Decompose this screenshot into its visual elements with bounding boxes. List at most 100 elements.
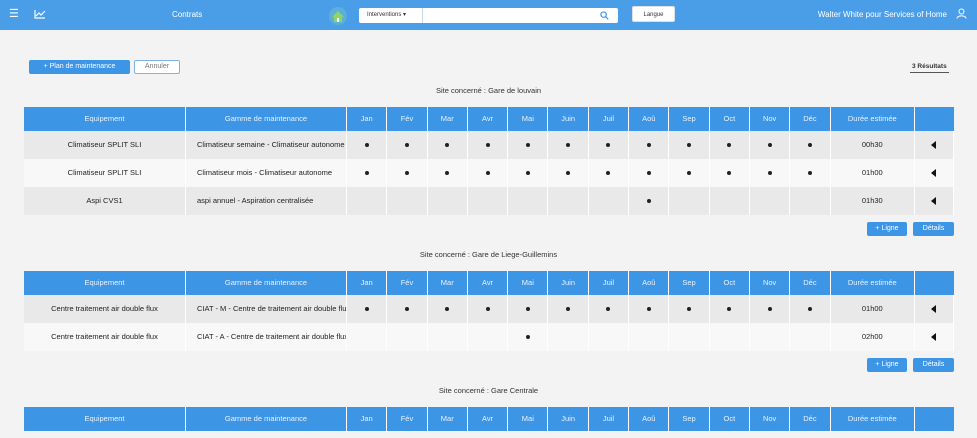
table-row[interactable]: Centre traitement air double flux CIAT - … (24, 323, 954, 351)
search-input[interactable] (423, 8, 618, 23)
home-logo-icon[interactable] (328, 6, 348, 26)
cell-month[interactable] (710, 187, 750, 215)
cell-month[interactable] (468, 323, 509, 351)
cell-month[interactable] (629, 187, 670, 215)
header-month[interactable]: Nov (750, 407, 791, 431)
cell-month[interactable] (387, 159, 428, 187)
table-row[interactable]: Climatiseur SPLIT SLI Climatiseur mois - … (24, 159, 954, 187)
header-month[interactable]: Oct (710, 271, 750, 295)
cell-month[interactable] (508, 323, 549, 351)
cell-month[interactable] (347, 295, 388, 323)
add-maintenance-plan-button[interactable]: + Plan de maintenance (29, 60, 130, 74)
cell-month[interactable] (508, 295, 549, 323)
cell-month[interactable] (428, 159, 468, 187)
header-month[interactable]: Juin (549, 407, 589, 431)
cell-month[interactable] (347, 323, 388, 351)
add-line-button[interactable]: + Ligne (867, 222, 907, 236)
header-duree[interactable]: Durée estimée (831, 271, 915, 295)
header-month[interactable]: Juin (549, 271, 589, 295)
cell-month[interactable] (508, 131, 549, 159)
table-row[interactable]: Climatiseur SPLIT SLI Climatiseur semaine… (24, 131, 954, 159)
cell-month[interactable] (750, 131, 791, 159)
cell-month[interactable] (387, 131, 428, 159)
cell-month[interactable] (710, 159, 750, 187)
header-month[interactable]: Déc (790, 407, 831, 431)
header-month[interactable]: Mai (508, 407, 549, 431)
header-month[interactable]: Sep (669, 407, 710, 431)
cell-month[interactable] (790, 159, 831, 187)
cell-month[interactable] (750, 295, 791, 323)
app-title[interactable]: Contrats (172, 10, 202, 19)
header-gamme[interactable]: Gamme de maintenance (186, 407, 347, 431)
cell-month[interactable] (710, 131, 750, 159)
header-gamme[interactable]: Gamme de maintenance (186, 271, 347, 295)
cell-month[interactable] (629, 295, 670, 323)
cell-month[interactable] (347, 159, 388, 187)
cell-expand[interactable] (915, 187, 954, 215)
header-month[interactable]: Jan (347, 107, 388, 131)
header-month[interactable]: Mar (428, 407, 468, 431)
search-icon[interactable] (600, 11, 609, 20)
header-month[interactable]: Oct (710, 107, 750, 131)
cell-month[interactable] (589, 159, 630, 187)
header-month[interactable]: Juil (589, 407, 630, 431)
menu-icon[interactable]: ☰ (9, 9, 19, 20)
cell-month[interactable] (629, 323, 670, 351)
cell-month[interactable] (790, 131, 831, 159)
header-gamme[interactable]: Gamme de maintenance (186, 107, 347, 131)
cell-expand[interactable] (915, 295, 954, 323)
header-month[interactable]: Nov (750, 271, 791, 295)
search-filter-dropdown[interactable]: Interventions ▾ (359, 8, 423, 23)
header-month[interactable]: Déc (790, 271, 831, 295)
cell-month[interactable] (387, 295, 428, 323)
cell-month[interactable] (669, 295, 710, 323)
expand-arrow-icon[interactable] (931, 333, 936, 341)
header-month[interactable]: Nov (750, 107, 791, 131)
cell-expand[interactable] (915, 323, 954, 351)
header-month[interactable]: Avr (468, 107, 509, 131)
header-month[interactable]: Fév (387, 407, 428, 431)
header-month[interactable]: Mar (428, 107, 468, 131)
user-icon[interactable] (956, 8, 967, 19)
expand-arrow-icon[interactable] (931, 197, 936, 205)
cell-month[interactable] (468, 187, 509, 215)
header-month[interactable]: Sep (669, 107, 710, 131)
cell-month[interactable] (387, 323, 428, 351)
cell-month[interactable] (710, 295, 750, 323)
expand-arrow-icon[interactable] (931, 305, 936, 313)
language-button[interactable]: Langue (632, 6, 675, 22)
expand-arrow-icon[interactable] (931, 141, 936, 149)
cell-month[interactable] (589, 131, 630, 159)
cell-month[interactable] (669, 323, 710, 351)
header-month[interactable]: Aoû (629, 407, 670, 431)
header-month[interactable]: Aoû (629, 271, 670, 295)
header-month[interactable]: Déc (790, 107, 831, 131)
header-month[interactable]: Jan (347, 271, 388, 295)
header-month[interactable]: Juin (549, 107, 589, 131)
cell-month[interactable] (468, 159, 509, 187)
header-month[interactable]: Jan (347, 407, 388, 431)
cell-month[interactable] (387, 187, 428, 215)
table-row[interactable]: Aspi CVS1 aspi annuel - Aspiration centra… (24, 187, 954, 215)
details-button[interactable]: Détails (913, 222, 954, 236)
header-month[interactable]: Avr (468, 407, 509, 431)
cancel-button[interactable]: Annuler (134, 60, 180, 74)
cell-month[interactable] (710, 323, 750, 351)
chart-icon[interactable] (34, 9, 46, 19)
cell-month[interactable] (428, 295, 468, 323)
add-line-button[interactable]: + Ligne (867, 358, 907, 372)
header-month[interactable]: Mar (428, 271, 468, 295)
cell-month[interactable] (750, 323, 791, 351)
header-duree[interactable]: Durée estimée (831, 107, 915, 131)
cell-month[interactable] (669, 187, 710, 215)
cell-month[interactable] (549, 131, 589, 159)
cell-month[interactable] (669, 159, 710, 187)
header-month[interactable]: Aoû (629, 107, 670, 131)
cell-month[interactable] (629, 159, 670, 187)
cell-expand[interactable] (915, 159, 954, 187)
header-month[interactable]: Juil (589, 271, 630, 295)
cell-month[interactable] (468, 131, 509, 159)
details-button[interactable]: Détails (913, 358, 954, 372)
cell-month[interactable] (669, 131, 710, 159)
cell-month[interactable] (347, 187, 388, 215)
